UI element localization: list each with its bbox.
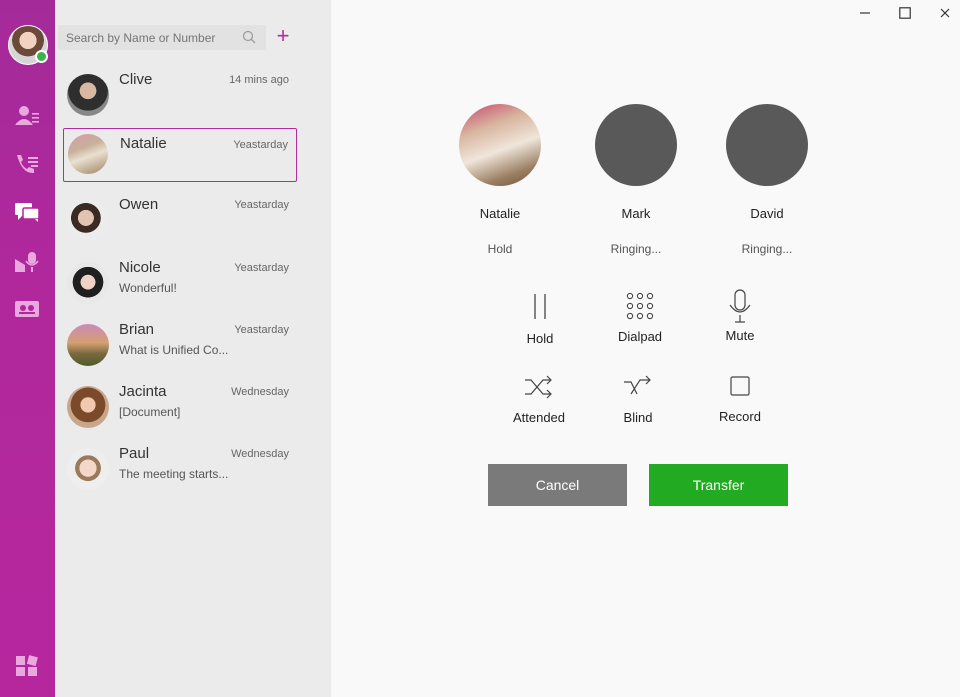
shuffle-icon [525,375,552,399]
dialpad-label: Dialpad [617,329,663,344]
avatar [67,262,109,304]
left-rail [0,0,55,697]
party-name: Mark [621,206,651,221]
conversation-item-paul[interactable]: Paul Wednesday The meeting starts... [63,444,297,498]
contact-name: Owen [119,196,159,213]
pause-icon [534,294,546,319]
party-status: Ringing... [741,242,793,256]
contact-name: Jacinta [119,383,167,400]
avatar-placeholder [595,104,677,186]
online-status-badge [35,50,48,63]
search-input[interactable] [66,30,226,45]
conversation-item-clive[interactable]: Clive 14 mins ago [63,70,297,124]
mute-button[interactable]: Mute [700,288,780,343]
dialpad-button[interactable]: Dialpad [600,291,680,344]
attended-label: Attended [512,410,566,425]
avatar [67,324,109,366]
avatar [67,448,109,490]
message-time: Yeastarday [233,139,288,151]
search-box[interactable] [58,25,266,50]
party-status: Hold [487,242,513,256]
hold-button[interactable]: Hold [500,291,580,346]
dialpad-icon [626,292,654,320]
blind-label: Blind [623,410,653,425]
transfer-button[interactable]: Transfer [649,464,788,506]
search-icon[interactable] [242,30,256,44]
record-button[interactable]: Record [700,374,780,424]
contact-name: Brian [119,321,155,338]
add-contact-button[interactable]: + [274,25,292,47]
contact-name: Clive [119,71,153,88]
avatar [67,199,109,241]
record-label: Record [719,409,761,424]
microphone-icon [729,289,751,323]
avatar [67,386,109,428]
message-time: Yeastarday [234,262,289,274]
party-name: Natalie [479,206,521,221]
message-preview: What is Unified Co... [119,343,229,357]
avatar [67,74,109,116]
contacts-icon[interactable] [14,105,40,127]
conversation-item-nicole[interactable]: Nicole Yeastarday Wonderful! [63,258,297,312]
conversation-item-jacinta[interactable]: Jacinta Wednesday [Document] [63,382,297,436]
chat-icon[interactable] [14,201,40,223]
party-name: David [750,206,784,221]
contact-name: Paul [119,445,150,462]
record-icon [730,376,750,396]
maximize-icon[interactable] [894,4,916,22]
blind-transfer-button[interactable]: Blind [598,372,678,425]
message-time: Wednesday [231,448,289,460]
close-icon[interactable] [934,4,956,22]
message-preview: Wonderful! [119,281,177,295]
attended-transfer-button[interactable]: Attended [499,372,579,425]
party-status: Ringing... [610,242,662,256]
party-natalie: Natalie Hold [455,104,545,256]
meeting-icon[interactable] [14,298,40,320]
blind-transfer-icon [624,375,651,395]
avatar-placeholder [726,104,808,186]
message-time: 14 mins ago [229,74,289,86]
contact-name: Nicole [119,259,161,276]
avatar [459,104,541,186]
message-time: Yeastarday [234,324,289,336]
avatar [68,134,108,174]
minimize-icon[interactable] [854,4,876,22]
message-preview: [Document] [119,405,181,419]
cancel-button[interactable]: Cancel [488,464,627,506]
party-mark: Mark Ringing... [591,104,681,256]
apps-grid-icon[interactable] [14,655,40,677]
voicemail-icon[interactable] [14,251,40,273]
contact-name: Natalie [120,135,167,152]
message-time: Yeastarday [234,199,289,211]
message-preview: The meeting starts... [119,467,229,481]
call-log-icon[interactable] [14,153,40,175]
hold-label: Hold [526,331,554,346]
mute-label: Mute [725,328,755,343]
message-time: Wednesday [231,386,289,398]
conversation-list-panel: + Clive 14 mins ago Natalie Yeastarday O… [55,0,331,697]
party-david: David Ringing... [722,104,812,256]
conversation-item-brian[interactable]: Brian Yeastarday What is Unified Co... [63,320,297,374]
conversation-item-natalie[interactable]: Natalie Yeastarday [63,128,297,182]
conversation-item-owen[interactable]: Owen Yeastarday [63,195,297,249]
